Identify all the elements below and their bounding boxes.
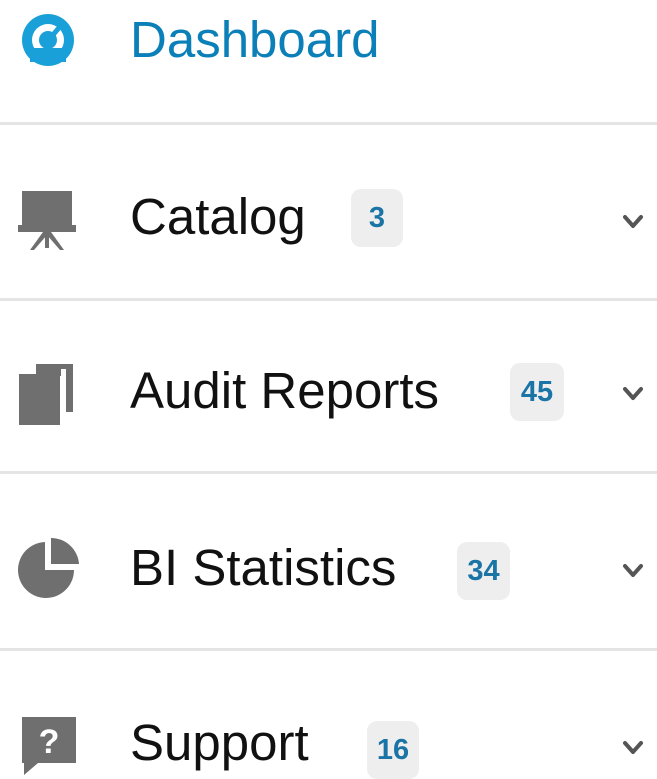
nav-item-audit-reports[interactable]: Audit Reports 45 — [0, 301, 657, 471]
nav-item-support[interactable]: ? Support 16 — [0, 651, 657, 779]
copy-documents-icon — [16, 361, 80, 425]
nav-item-label: BI Statistics — [130, 539, 397, 596]
chevron-down-icon[interactable] — [620, 209, 646, 235]
nav-item-bi-statistics[interactable]: BI Statistics 34 — [0, 474, 657, 648]
help-chat-icon: ? — [16, 713, 80, 777]
chevron-down-icon[interactable] — [620, 381, 646, 407]
count-badge: 3 — [351, 189, 403, 247]
presentation-board-icon — [16, 188, 80, 252]
pie-chart-icon — [16, 536, 80, 600]
nav-item-dashboard[interactable]: Dashboard — [0, 0, 657, 122]
count-badge: 45 — [510, 363, 564, 421]
nav-item-label: Audit Reports — [130, 362, 439, 419]
sidebar-nav: Dashboard Catalog 3 Audit Reports 45 BI … — [0, 0, 657, 779]
count-badge: 16 — [367, 721, 419, 779]
chevron-down-icon[interactable] — [620, 735, 646, 761]
nav-item-label: Catalog — [130, 188, 306, 245]
nav-item-label: Support — [130, 714, 309, 771]
svg-text:?: ? — [39, 723, 60, 761]
chevron-down-icon[interactable] — [620, 558, 646, 584]
count-badge: 34 — [457, 542, 510, 600]
nav-item-label: Dashboard — [130, 11, 380, 68]
dashboard-gauge-icon — [16, 8, 80, 72]
nav-item-catalog[interactable]: Catalog 3 — [0, 125, 657, 298]
